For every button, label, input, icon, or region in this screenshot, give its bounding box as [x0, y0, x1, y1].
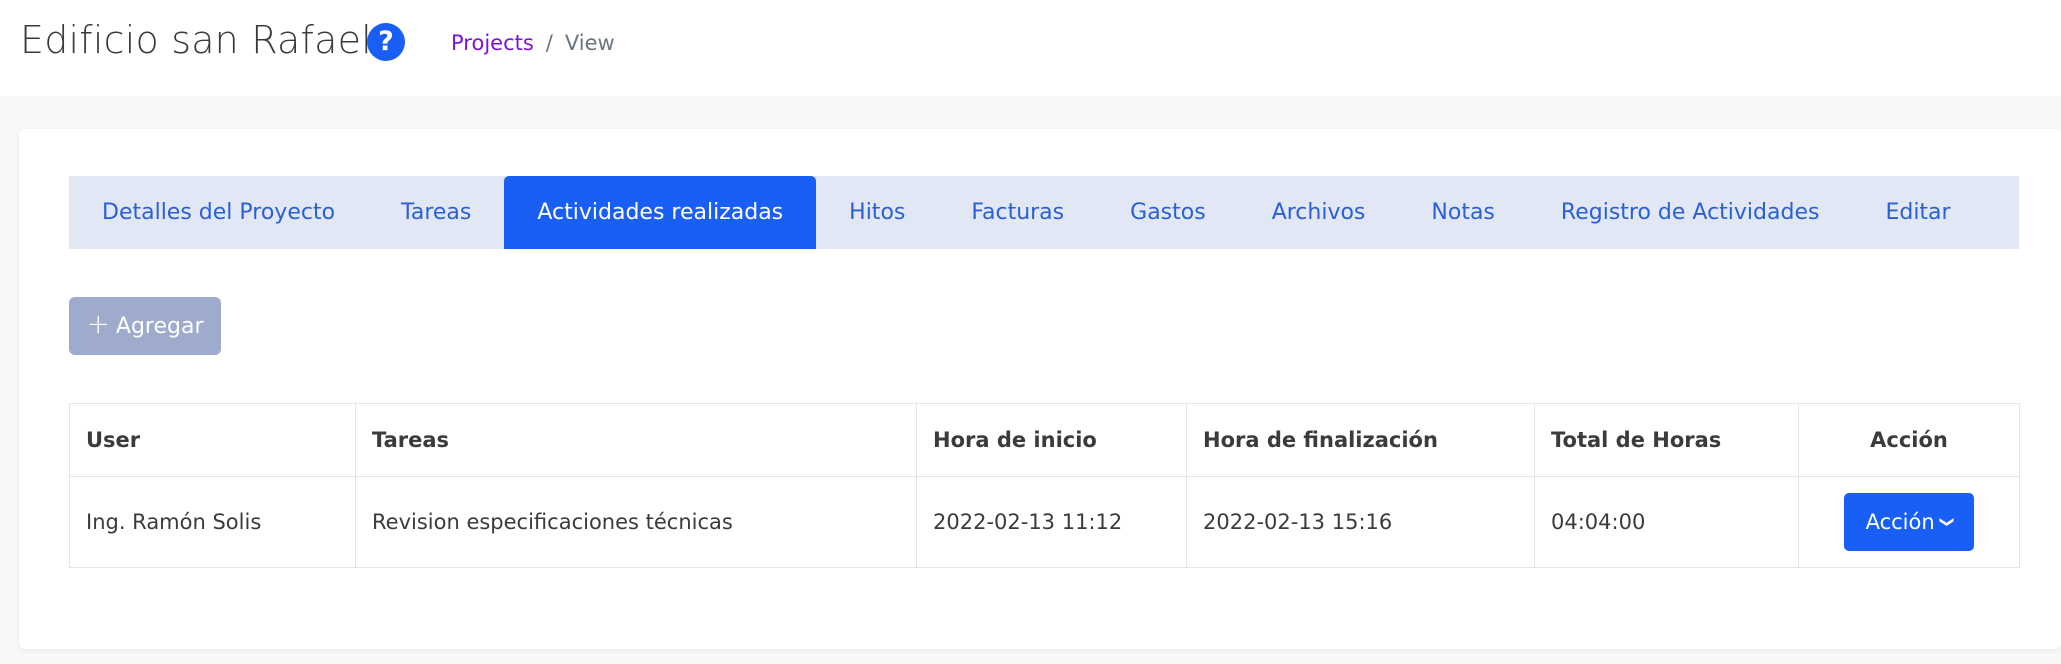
tab-actividades-realizadas[interactable]: Actividades realizadas [504, 176, 817, 249]
tab-gastos[interactable]: Gastos [1097, 176, 1239, 249]
plus-icon: + [86, 307, 110, 340]
cell-total-hours: 04:04:00 [1534, 476, 1799, 568]
page: Edificio san Rafael ? Projects / View Deta… [0, 0, 2061, 664]
tab-registro-de-actividades[interactable]: Registro de Actividades [1528, 176, 1853, 249]
column-header-hora-de-inicio: Hora de inicio [916, 403, 1187, 477]
add-activity-button[interactable]: + Agregar [69, 297, 221, 355]
column-header-accion: Acción [1798, 403, 2020, 477]
help-icon[interactable]: ? [367, 23, 405, 61]
activities-table-wrapper: User Tareas Hora de inicio Hora de final… [69, 403, 2020, 568]
activities-table: User Tareas Hora de inicio Hora de final… [69, 403, 2020, 568]
project-card: Detalles del Proyecto Tareas Actividades… [19, 129, 2061, 649]
column-header-tareas: Tareas [355, 403, 917, 477]
tab-archivos[interactable]: Archivos [1239, 176, 1399, 249]
project-tabs: Detalles del Proyecto Tareas Actividades… [69, 176, 2019, 249]
column-header-total-de-horas: Total de Horas [1534, 403, 1799, 477]
cell-end-time: 2022-02-13 15:16 [1186, 476, 1535, 568]
column-header-user: User [69, 403, 356, 477]
tab-notas[interactable]: Notas [1398, 176, 1528, 249]
action-button-label: Acción [1865, 510, 1935, 534]
breadcrumb: Projects / View [451, 31, 615, 55]
breadcrumb-separator: / [545, 31, 553, 55]
breadcrumb-projects-link[interactable]: Projects [451, 31, 534, 55]
tab-hitos[interactable]: Hitos [816, 176, 938, 249]
tab-detalles-del-proyecto[interactable]: Detalles del Proyecto [69, 176, 368, 249]
page-title: Edificio san Rafael [20, 18, 372, 62]
tab-editar[interactable]: Editar [1852, 176, 1983, 249]
cell-task: Revision especificaciones técnicas [355, 476, 917, 568]
table-row: Ing. Ramón Solis Revision especificacion… [69, 476, 2020, 568]
tab-tareas[interactable]: Tareas [368, 176, 504, 249]
breadcrumb-current: View [564, 31, 615, 55]
cell-user: Ing. Ramón Solis [69, 476, 356, 568]
table-header-row: User Tareas Hora de inicio Hora de final… [69, 403, 2020, 477]
cell-start-time: 2022-02-13 11:12 [916, 476, 1187, 568]
action-dropdown-button[interactable]: Acción ❯ [1844, 493, 1974, 551]
chevron-down-icon: ❯ [1938, 516, 1955, 528]
column-header-hora-de-finalizacion: Hora de finalización [1186, 403, 1535, 477]
add-button-label: Agregar [115, 313, 204, 339]
page-header: Edificio san Rafael ? Projects / View [0, 0, 2061, 96]
tab-facturas[interactable]: Facturas [938, 176, 1097, 249]
cell-action: Acción ❯ [1798, 476, 2020, 568]
